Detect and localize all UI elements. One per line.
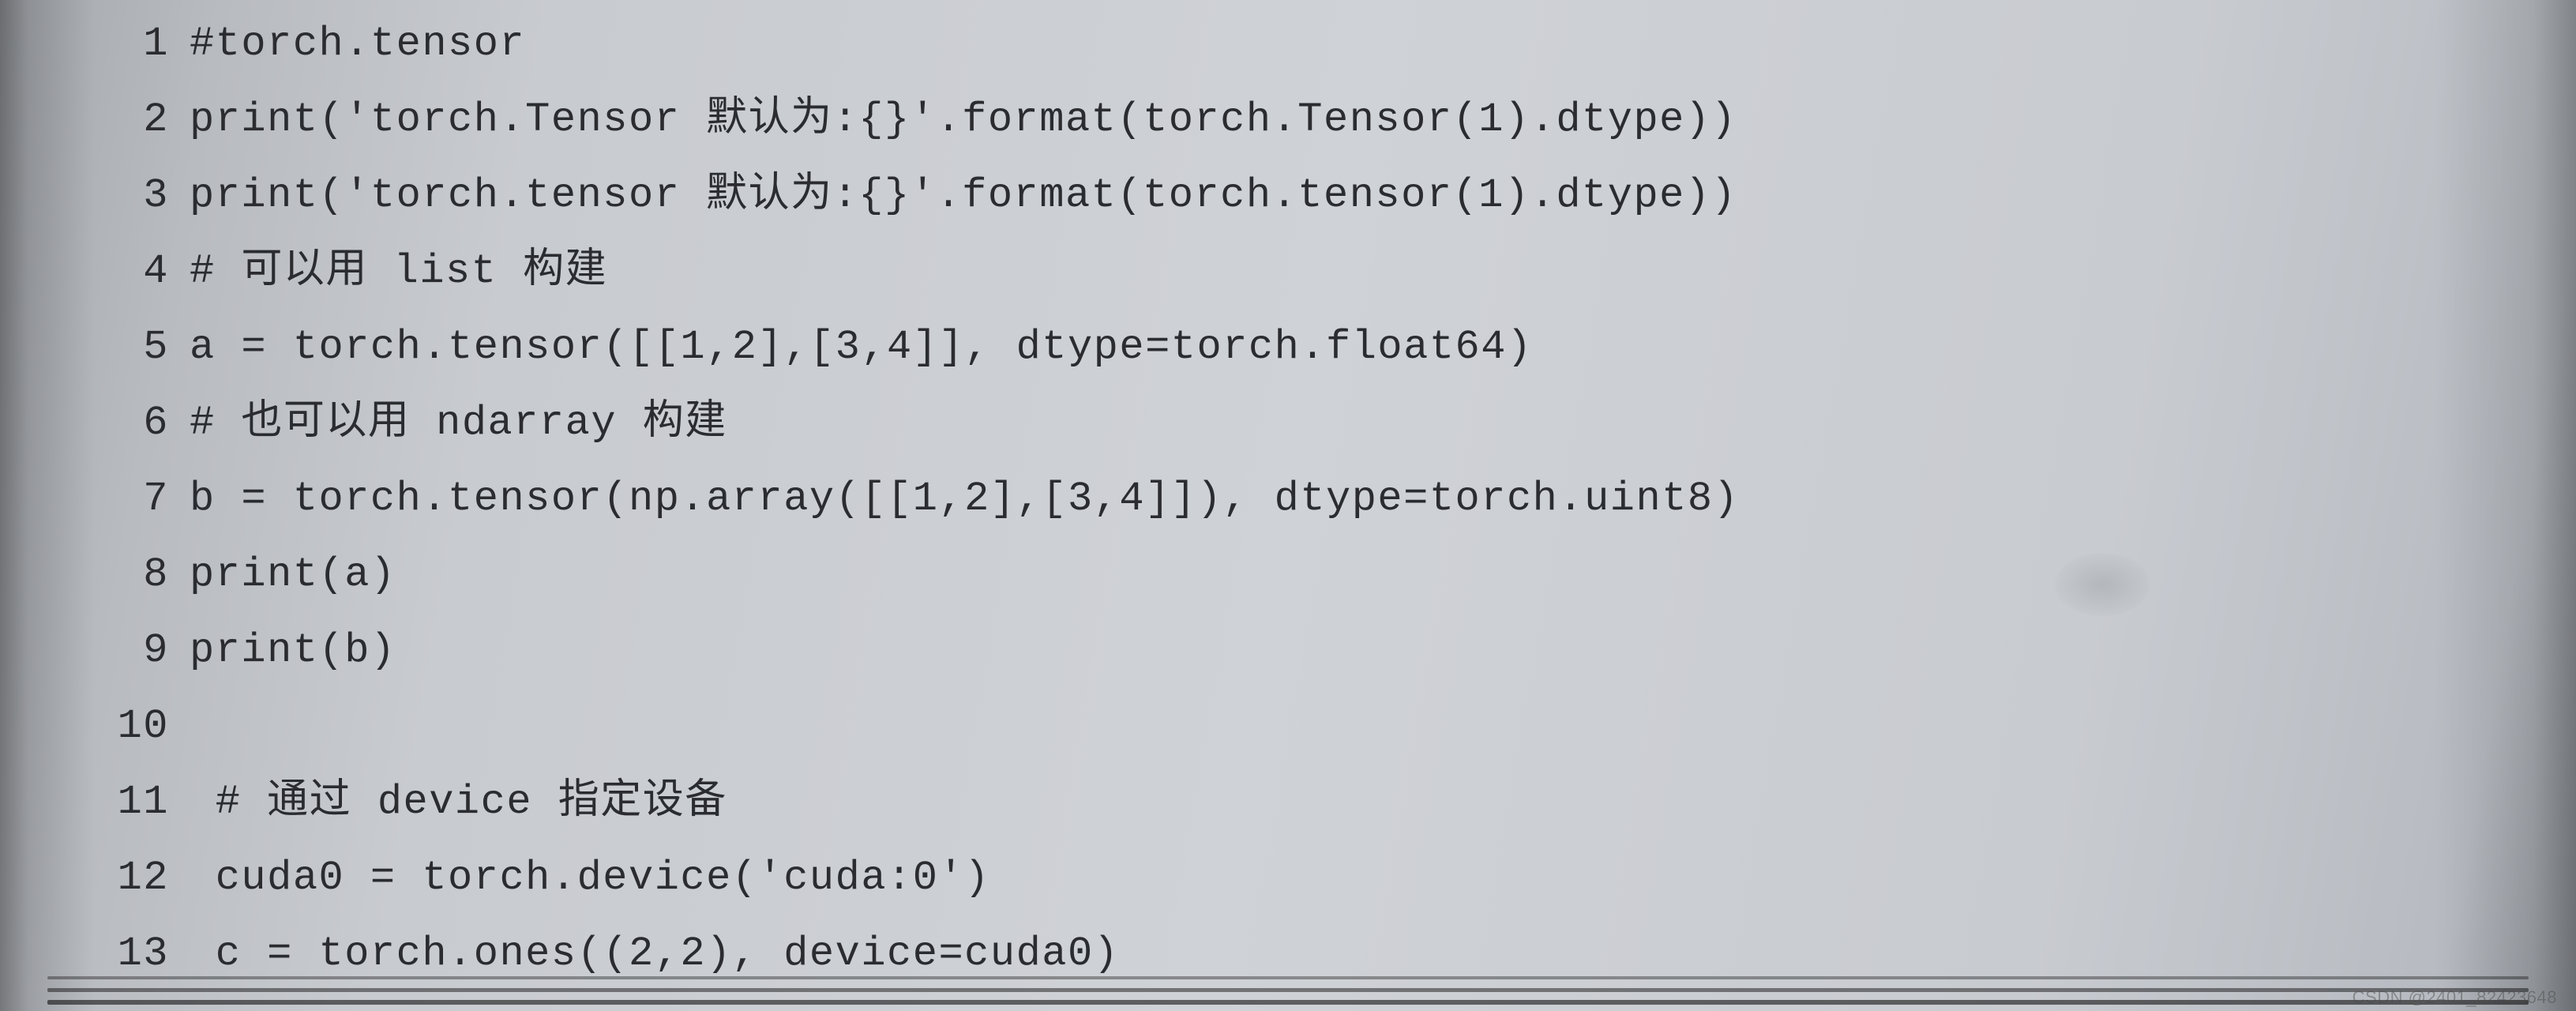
code-line: 1 #torch.tensor <box>0 24 2576 65</box>
line-text: b = torch.tensor(np.array([[1,2],[3,4]])… <box>190 479 1739 520</box>
line-text: a = torch.tensor([[1,2],[3,4]], dtype=to… <box>190 327 1533 368</box>
code-line: 7 b = torch.tensor(np.array([[1,2],[3,4]… <box>0 479 2576 520</box>
line-number: 4 <box>0 251 190 292</box>
code-line: 3 print('torch.tensor 默认为:{}'.format(tor… <box>0 175 2576 216</box>
line-text: c = torch.ones((2,2), device=cuda0) <box>190 934 1119 975</box>
page-bottom-rule <box>47 976 2529 979</box>
code-line: 6 # 也可以用 ndarray 构建 <box>0 403 2576 444</box>
page-bottom-rule <box>47 988 2529 992</box>
line-number: 6 <box>0 403 190 444</box>
line-text: # 也可以用 ndarray 构建 <box>190 403 727 444</box>
code-line: 10 <box>0 706 2576 747</box>
line-number: 8 <box>0 554 190 596</box>
line-text: #torch.tensor <box>190 24 525 65</box>
code-line: 2 print('torch.Tensor 默认为:{}'.format(tor… <box>0 100 2576 141</box>
code-line: 11 # 通过 device 指定设备 <box>0 782 2576 823</box>
code-line: 13 c = torch.ones((2,2), device=cuda0) <box>0 934 2576 975</box>
code-line: 8 print(a) <box>0 554 2576 596</box>
code-block: 1 #torch.tensor 2 print('torch.Tensor 默认… <box>0 24 2576 975</box>
scanned-page: 1 #torch.tensor 2 print('torch.Tensor 默认… <box>0 0 2576 1011</box>
line-number: 7 <box>0 479 190 520</box>
line-number: 11 <box>0 782 190 823</box>
line-number: 2 <box>0 100 190 141</box>
line-number: 5 <box>0 327 190 368</box>
code-line: 9 print(b) <box>0 630 2576 671</box>
line-number: 1 <box>0 24 190 65</box>
line-text: print(a) <box>190 554 396 596</box>
line-text: print(b) <box>190 630 396 671</box>
line-number: 12 <box>0 858 190 899</box>
line-text: # 可以用 list 构建 <box>190 251 607 292</box>
code-line: 4 # 可以用 list 构建 <box>0 251 2576 292</box>
page-bottom-rule <box>47 1000 2529 1005</box>
line-text: print('torch.Tensor 默认为:{}'.format(torch… <box>190 100 1737 141</box>
code-line: 12 cuda0 = torch.device('cuda:0') <box>0 858 2576 899</box>
watermark-text: CSDN @2401_82423648 <box>2353 987 2557 1008</box>
code-line: 5 a = torch.tensor([[1,2],[3,4]], dtype=… <box>0 327 2576 368</box>
line-number: 10 <box>0 706 190 747</box>
line-number: 3 <box>0 175 190 216</box>
line-text: cuda0 = torch.device('cuda:0') <box>190 858 990 899</box>
line-text: # 通过 device 指定设备 <box>190 782 727 823</box>
line-number: 9 <box>0 630 190 671</box>
line-number: 13 <box>0 934 190 975</box>
line-text: print('torch.tensor 默认为:{}'.format(torch… <box>190 175 1737 216</box>
